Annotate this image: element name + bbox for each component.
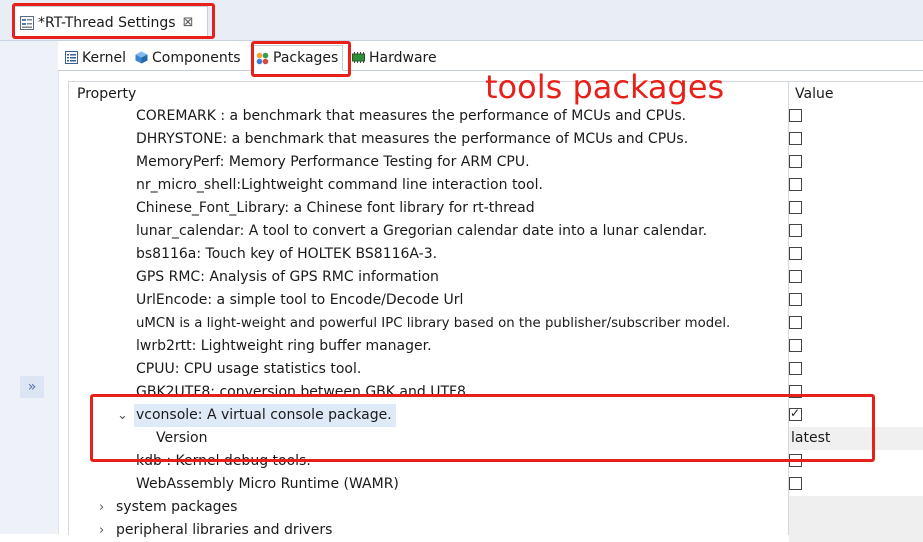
- row-label: uMCN is a light-weight and powerful IPC …: [136, 316, 731, 331]
- row-label: UrlEncode: a simple tool to Encode/Decod…: [136, 292, 464, 308]
- row-checkbox[interactable]: [789, 270, 802, 283]
- list-icon: [65, 51, 78, 64]
- tab-components[interactable]: Components: [131, 45, 245, 70]
- row-label: GPS RMC: Analysis of GPS RMC information: [136, 269, 439, 285]
- tree-row[interactable]: CPUU: CPU usage statistics tool.: [69, 358, 923, 381]
- row-checkbox[interactable]: [789, 362, 802, 375]
- chip-icon: [352, 52, 365, 63]
- row-checkbox[interactable]: [789, 247, 802, 260]
- cube-icon: [135, 51, 148, 64]
- chevron-right-icon[interactable]: ›: [99, 496, 104, 519]
- row-checkbox[interactable]: [789, 293, 802, 306]
- tree-group-system-packages[interactable]: › system packages: [69, 496, 923, 519]
- annotation-box-vconsole: [90, 394, 875, 462]
- row-label: nr_micro_shell:Lightweight command line …: [136, 177, 543, 193]
- row-label: Chinese_Font_Library: a Chinese font lib…: [136, 200, 535, 216]
- group-label: peripheral libraries and drivers: [116, 522, 333, 538]
- tab-components-label: Components: [152, 49, 241, 66]
- tree-row[interactable]: nr_micro_shell:Lightweight command line …: [69, 174, 923, 197]
- row-label: WebAssembly Micro Runtime (WAMR): [136, 476, 399, 492]
- row-checkbox[interactable]: [789, 155, 802, 168]
- row-checkbox[interactable]: [789, 109, 802, 122]
- tree-row[interactable]: COREMARK : a benchmark that measures the…: [69, 105, 923, 128]
- tree-group-peripheral[interactable]: › peripheral libraries and drivers: [69, 519, 923, 542]
- tree-row[interactable]: UrlEncode: a simple tool to Encode/Decod…: [69, 289, 923, 312]
- value-cell: [789, 496, 923, 519]
- chevron-right-icon[interactable]: ›: [99, 519, 104, 542]
- tab-hardware-label: Hardware: [369, 49, 437, 66]
- row-label: MemoryPerf: Memory Performance Testing f…: [136, 154, 530, 170]
- column-header-property[interactable]: Property: [77, 82, 136, 105]
- tree-row[interactable]: WebAssembly Micro Runtime (WAMR): [69, 473, 923, 496]
- tab-kernel[interactable]: Kernel: [61, 45, 130, 70]
- tab-kernel-label: Kernel: [82, 49, 126, 66]
- row-label: bs8116a: Touch key of HOLTEK BS8116A-3.: [136, 246, 438, 262]
- annotation-text: tools packages: [485, 68, 725, 106]
- row-label: lwrb2rtt: Lightweight ring buffer manage…: [136, 338, 432, 354]
- expand-panel-icon[interactable]: »: [20, 376, 44, 398]
- column-header-value[interactable]: Value: [795, 82, 833, 105]
- row-checkbox[interactable]: [789, 316, 802, 329]
- row-checkbox[interactable]: [789, 178, 802, 191]
- tree-row[interactable]: Chinese_Font_Library: a Chinese font lib…: [69, 197, 923, 220]
- tree-row[interactable]: DHRYSTONE: a benchmark that measures the…: [69, 128, 923, 151]
- row-label: DHRYSTONE: a benchmark that measures the…: [136, 131, 689, 147]
- row-checkbox[interactable]: [789, 477, 802, 490]
- tree-row[interactable]: lwrb2rtt: Lightweight ring buffer manage…: [69, 335, 923, 358]
- annotation-box-packages-tab: [251, 41, 351, 77]
- tree-row[interactable]: MemoryPerf: Memory Performance Testing f…: [69, 151, 923, 174]
- row-label: CPUU: CPU usage statistics tool.: [136, 361, 362, 377]
- tree-row[interactable]: lunar_calendar: A tool to convert a Greg…: [69, 220, 923, 243]
- tree-row[interactable]: GPS RMC: Analysis of GPS RMC information: [69, 266, 923, 289]
- value-cell: [789, 519, 923, 542]
- settings-tab-bar: Kernel Components Packages Hardware: [58, 41, 923, 71]
- property-tree: Property Value COREMARK : a benchmark th…: [68, 81, 923, 542]
- row-checkbox[interactable]: [789, 132, 802, 145]
- row-checkbox[interactable]: [789, 224, 802, 237]
- tab-hardware[interactable]: Hardware: [348, 45, 441, 70]
- tree-row[interactable]: uMCN is a light-weight and powerful IPC …: [69, 312, 923, 335]
- left-gutter: »: [0, 41, 59, 534]
- annotation-box-settings-tab: [12, 3, 215, 39]
- row-label: lunar_calendar: A tool to convert a Greg…: [136, 223, 708, 239]
- tree-row[interactable]: bs8116a: Touch key of HOLTEK BS8116A-3.: [69, 243, 923, 266]
- row-checkbox[interactable]: [789, 339, 802, 352]
- group-label: system packages: [116, 499, 238, 515]
- row-label: COREMARK : a benchmark that measures the…: [136, 108, 687, 124]
- row-checkbox[interactable]: [789, 201, 802, 214]
